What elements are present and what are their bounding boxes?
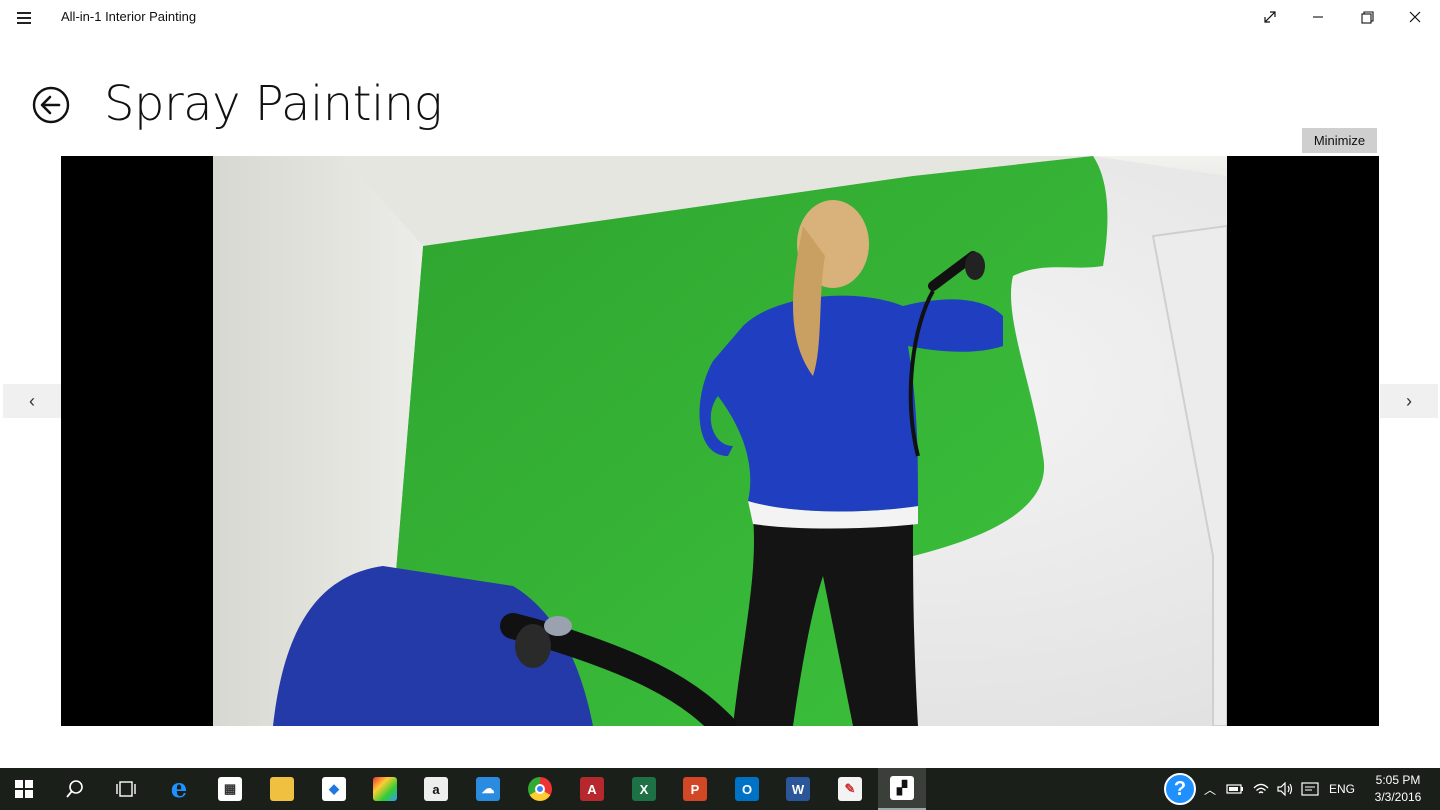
- fullscreen-icon: [1264, 11, 1276, 23]
- taskbar-photos[interactable]: [361, 768, 409, 810]
- chrome-icon: [528, 777, 552, 801]
- outlook-icon: O: [735, 777, 759, 801]
- taskbar-onedrive[interactable]: ☁: [464, 768, 512, 810]
- minimize-video-button[interactable]: Minimize: [1302, 128, 1377, 153]
- word-icon: W: [786, 777, 810, 801]
- next-button[interactable]: ›: [1380, 384, 1438, 418]
- dropbox-icon: ◆: [322, 777, 346, 801]
- back-button[interactable]: [32, 86, 70, 124]
- taskbar: e ▦ ◆ a ☁ A X P O W ✎ ▞ ? ︿ ENG 5:05 PM …: [0, 768, 1440, 810]
- photos-icon: [373, 777, 397, 801]
- video-scene: [213, 156, 1227, 726]
- restore-window-button[interactable]: [1343, 0, 1391, 34]
- chevron-left-icon: ‹: [29, 390, 35, 411]
- taskbar-paint[interactable]: ✎: [826, 768, 874, 810]
- chevron-right-icon: ›: [1406, 390, 1412, 411]
- network-tray[interactable]: [1250, 768, 1272, 810]
- battery-icon: [1226, 784, 1243, 794]
- taskbar-file-explorer[interactable]: [258, 768, 306, 810]
- minimize-icon: [1313, 16, 1323, 18]
- chevron-up-icon: ︿: [1203, 782, 1216, 797]
- taskbar-powerpoint[interactable]: P: [671, 768, 719, 810]
- notification-icon: [1301, 782, 1319, 796]
- volume-tray[interactable]: [1274, 768, 1296, 810]
- action-center-tray[interactable]: [1298, 768, 1322, 810]
- powerpoint-icon: P: [683, 777, 707, 801]
- taskbar-outlook[interactable]: O: [723, 768, 771, 810]
- taskbar-store[interactable]: ▦: [206, 768, 254, 810]
- task-view-icon: [116, 781, 136, 797]
- taskbar-excel[interactable]: X: [620, 768, 668, 810]
- interior-painting-icon: ▞: [890, 776, 914, 800]
- store-icon: ▦: [218, 777, 242, 801]
- taskbar-chrome[interactable]: [516, 768, 564, 810]
- taskbar-edge[interactable]: e: [155, 768, 203, 810]
- minimize-window-button[interactable]: [1294, 0, 1342, 34]
- search-button[interactable]: [51, 768, 99, 810]
- edge-icon: e: [170, 774, 188, 804]
- taskbar-amazon[interactable]: a: [412, 768, 460, 810]
- close-icon: [1409, 11, 1421, 23]
- search-icon: [66, 780, 83, 798]
- title-bar: All-in-1 Interior Painting: [0, 0, 1440, 34]
- language-indicator[interactable]: ENG: [1322, 768, 1362, 810]
- taskbar-dropbox[interactable]: ◆: [310, 768, 358, 810]
- amazon-icon: a: [424, 777, 448, 801]
- clock-time: 5:05 PM: [1375, 773, 1421, 787]
- hamburger-menu-icon[interactable]: [12, 6, 36, 28]
- onedrive-icon: ☁: [476, 777, 500, 801]
- start-icon: [15, 780, 33, 798]
- video-frame: [213, 156, 1227, 726]
- file-explorer-icon: [270, 777, 294, 801]
- help-tray-button[interactable]: ?: [1160, 768, 1200, 810]
- start-button[interactable]: [0, 768, 48, 810]
- previous-button[interactable]: ‹: [3, 384, 61, 418]
- close-window-button[interactable]: [1391, 0, 1439, 34]
- restore-icon: [1360, 10, 1374, 24]
- excel-icon: X: [632, 777, 656, 801]
- clock-date: 3/3/2016: [1374, 790, 1422, 804]
- show-hidden-icons[interactable]: ︿: [1200, 768, 1220, 810]
- app-title: All-in-1 Interior Painting: [61, 9, 197, 24]
- fullscreen-button[interactable]: [1246, 0, 1294, 34]
- access-icon: A: [580, 777, 604, 801]
- back-arrow-icon: [32, 86, 70, 124]
- page-title: Spray Painting: [104, 76, 443, 132]
- clock[interactable]: 5:05 PM 3/3/2016: [1362, 772, 1434, 806]
- battery-tray[interactable]: [1224, 768, 1246, 810]
- paint-icon: ✎: [838, 777, 862, 801]
- taskbar-interior-painting[interactable]: ▞: [878, 768, 926, 810]
- help-icon: ?: [1164, 773, 1196, 805]
- video-player[interactable]: [61, 156, 1379, 726]
- taskbar-access[interactable]: A: [568, 768, 616, 810]
- task-view-button[interactable]: [102, 768, 150, 810]
- wifi-icon: [1253, 783, 1269, 794]
- volume-icon: [1277, 782, 1293, 796]
- taskbar-word[interactable]: W: [774, 768, 822, 810]
